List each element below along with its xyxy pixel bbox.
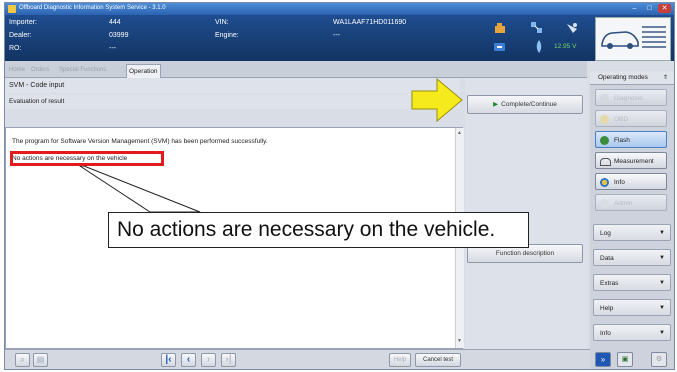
zoom-icon[interactable]: ⌕ bbox=[15, 353, 30, 367]
dealer-label: Dealer: bbox=[9, 32, 32, 39]
maximize-button[interactable]: □ bbox=[643, 4, 656, 13]
section-help-label: Help bbox=[600, 305, 614, 312]
obd-icon bbox=[600, 115, 609, 124]
voltage-readout: 12.95 V bbox=[554, 43, 577, 50]
car-logo-icon bbox=[601, 31, 639, 49]
importer-label: Importer: bbox=[9, 19, 38, 26]
mode-admin-button[interactable]: Admin bbox=[595, 194, 667, 211]
mode-obd-button[interactable]: OBD bbox=[595, 110, 667, 127]
diagnosis-icon bbox=[600, 94, 609, 103]
flash-icon bbox=[600, 136, 609, 145]
satellite-icon bbox=[567, 23, 577, 33]
tab-orders[interactable]: Orders bbox=[29, 64, 51, 77]
measurement-icon bbox=[600, 158, 611, 166]
fast-forward-icon[interactable]: » bbox=[595, 352, 611, 367]
tab-bar: Home Orders Special Functions Operation bbox=[5, 61, 587, 78]
last-step-button[interactable]: ›| bbox=[221, 353, 236, 367]
first-step-button[interactable]: |‹ bbox=[161, 353, 176, 367]
tab-home[interactable]: Home bbox=[7, 64, 27, 77]
chevron-down-icon: ▼ bbox=[659, 230, 665, 236]
tab-special-functions[interactable]: Special Functions bbox=[57, 64, 108, 77]
logo-wordmark bbox=[642, 26, 666, 51]
mode-flash-button[interactable]: Flash bbox=[595, 131, 667, 148]
engine-value: --- bbox=[333, 32, 340, 39]
section-log-label: Log bbox=[600, 230, 611, 237]
chevron-down-icon: ▼ bbox=[659, 330, 665, 336]
svm-success-message: The program for Software Version Managem… bbox=[12, 138, 268, 145]
section-extras-label: Extras bbox=[600, 280, 619, 287]
ro-label: RO: bbox=[9, 45, 22, 52]
pointer-arrow-icon bbox=[411, 78, 463, 122]
mode-flash-label: Flash bbox=[614, 137, 630, 144]
procedure-subtitle: Evaluation of result bbox=[5, 94, 460, 109]
section-data-label: Data bbox=[600, 255, 614, 262]
mode-admin-label: Admin bbox=[614, 200, 633, 207]
importer-value: 444 bbox=[109, 19, 121, 26]
next-step-button[interactable]: › bbox=[201, 353, 216, 367]
mode-measurement-label: Measurement bbox=[614, 158, 654, 165]
screenshot-icon[interactable]: ▣ bbox=[617, 352, 633, 367]
complete-continue-label: Complete/Continue bbox=[501, 101, 557, 108]
mode-diagnosis-label: Diagnosis bbox=[614, 95, 643, 102]
mode-info-button[interactable]: Info bbox=[595, 173, 667, 190]
section-log[interactable]: Log ▼ bbox=[593, 224, 671, 241]
document-icon[interactable]: ▤ bbox=[33, 353, 48, 367]
previous-step-button[interactable]: ‹ bbox=[181, 353, 196, 367]
play-icon: ▶ bbox=[493, 101, 499, 108]
vci-icon bbox=[494, 43, 505, 51]
admin-icon bbox=[600, 199, 609, 208]
chevron-down-icon: ▼ bbox=[659, 255, 665, 261]
vin-label: VIN: bbox=[215, 19, 229, 26]
chevron-down-icon: ▼ bbox=[659, 280, 665, 286]
chevron-down-icon: ▼ bbox=[659, 305, 665, 311]
operating-modes-label: Operating modes bbox=[598, 74, 648, 81]
scroll-down-icon[interactable]: ▼ bbox=[457, 338, 462, 344]
cancel-test-button[interactable]: Cancel test bbox=[415, 353, 461, 367]
network-icon bbox=[531, 22, 542, 33]
ro-value: --- bbox=[109, 45, 116, 52]
minimize-button[interactable]: – bbox=[628, 4, 641, 13]
procedure-title: SVM - Code input bbox=[5, 78, 460, 93]
section-info-label: Info bbox=[600, 330, 611, 337]
brand-logo bbox=[595, 17, 671, 61]
mode-measurement-button[interactable]: Measurement bbox=[595, 152, 667, 169]
app-icon bbox=[8, 5, 16, 13]
section-info[interactable]: Info ▼ bbox=[593, 324, 671, 341]
highlight-box bbox=[10, 151, 164, 166]
mode-info-label: Info bbox=[614, 179, 625, 186]
app-window: Offboard Diagnostic Information System S… bbox=[4, 2, 675, 370]
section-help[interactable]: Help ▼ bbox=[593, 299, 671, 316]
dealer-value: 03999 bbox=[109, 32, 129, 39]
title-bar: Offboard Diagnostic Information System S… bbox=[5, 3, 674, 15]
window-title: Offboard Diagnostic Information System S… bbox=[19, 5, 166, 11]
mode-obd-label: OBD bbox=[614, 116, 629, 123]
engine-label: Engine: bbox=[215, 32, 239, 39]
vehicle-info-header: Importer: 444 Dealer: 03999 RO: --- VIN:… bbox=[5, 15, 674, 61]
engine-status-icon bbox=[495, 23, 505, 33]
bottom-toolbar: ⌕ ▤ |‹ ‹ › ›| Help Cancel test bbox=[5, 349, 590, 369]
complete-continue-button[interactable]: ▶ Complete/Continue bbox=[467, 95, 583, 114]
settings-icon[interactable]: ⚙ bbox=[651, 352, 667, 367]
section-data[interactable]: Data ▼ bbox=[593, 249, 671, 266]
info-icon bbox=[600, 178, 609, 187]
close-button[interactable]: ✕ bbox=[658, 4, 671, 13]
scroll-up-icon[interactable]: ▲ bbox=[457, 130, 462, 136]
vin-value: WA1LAAF71HD011690 bbox=[333, 19, 407, 26]
section-extras[interactable]: Extras ▼ bbox=[593, 274, 671, 291]
collapse-icon: ⇑ bbox=[662, 75, 668, 81]
callout-note: No actions are necessary on the vehicle. bbox=[108, 212, 529, 248]
mode-diagnosis-button[interactable]: Diagnosis bbox=[595, 89, 667, 106]
help-button[interactable]: Help bbox=[389, 353, 411, 367]
battery-voltage-icon bbox=[536, 40, 542, 53]
operating-modes-header[interactable]: Operating modes ⇑ bbox=[590, 71, 674, 85]
tab-operation[interactable]: Operation bbox=[126, 64, 161, 78]
